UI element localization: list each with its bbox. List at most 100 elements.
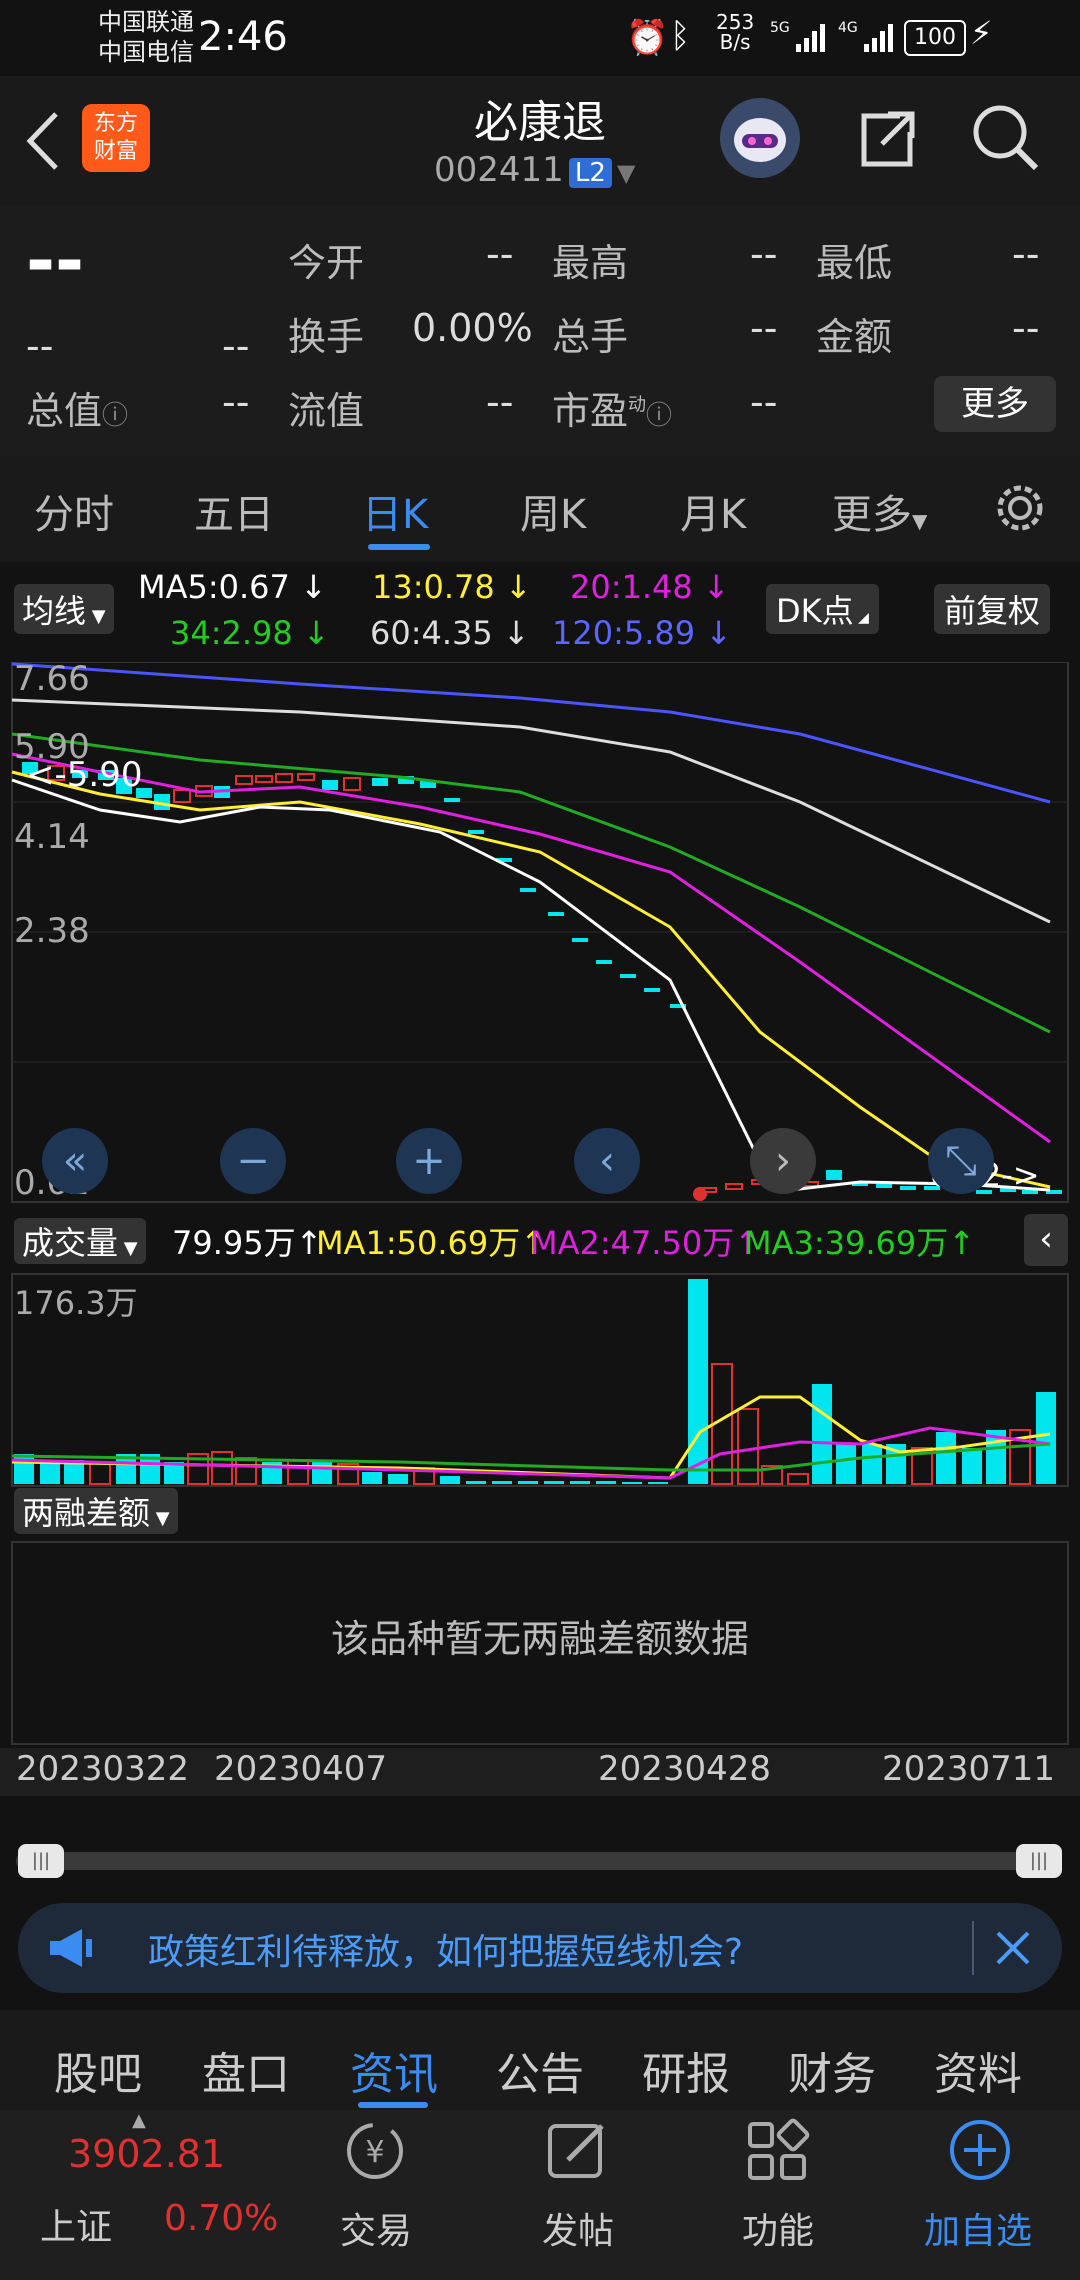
y-tick-4.14: 4.14 (14, 817, 90, 857)
ma20-text: 20:1.48 (570, 568, 693, 606)
tab-monthly-k[interactable]: 月K (680, 482, 746, 540)
jump-start-button[interactable]: « (42, 1128, 108, 1194)
volume-selector-label: 成交量 (22, 1224, 119, 1262)
trade-icon[interactable]: ¥ (338, 2114, 412, 2192)
banner-divider (972, 1921, 974, 1975)
tab-minute[interactable]: 分时 (34, 482, 114, 540)
volume-bar (211, 1451, 233, 1485)
candle (876, 1184, 892, 1188)
amount-value: -- (1012, 306, 1040, 350)
range-scrollbar[interactable] (16, 1852, 1062, 1870)
index-value[interactable]: 3902.81 (68, 2132, 225, 2176)
indicator-selector[interactable]: 均线 ▼ (14, 584, 114, 634)
adjust-button[interactable]: 前复权 (934, 584, 1051, 634)
zoom-in-button[interactable]: + (396, 1128, 462, 1194)
open-value: -- (486, 232, 514, 276)
zoom-out-button[interactable]: − (220, 1128, 286, 1194)
settings-gear-icon[interactable] (992, 480, 1048, 540)
low-value: -- (1012, 232, 1040, 276)
tab-order-book[interactable]: 盘口 (202, 2038, 290, 2102)
range-handle-right[interactable]: ||| (1016, 1844, 1062, 1878)
tab-more-label: 更多 (832, 492, 912, 538)
ma60-text: 60:4.35 (370, 614, 493, 652)
tab-forum[interactable]: 股吧 (54, 2038, 142, 2102)
period-tabs: 分时 五日 日K 周K 月K 更多▼ (0, 456, 1080, 562)
volume-selector[interactable]: 成交量 ▼ (14, 1218, 146, 1264)
volume-bar (362, 1472, 382, 1484)
tab-announcements[interactable]: 公告 (496, 2038, 584, 2102)
volume-bar (570, 1481, 590, 1484)
margin-selector-label: 两融差额 (22, 1494, 151, 1532)
volume-current: 79.95万↑ (172, 1224, 323, 1262)
ma34-value: 34:2.98 ↓ (170, 614, 330, 652)
level-badge: L2 (568, 158, 612, 188)
svg-text:5G: 5G (770, 20, 790, 36)
tab-news[interactable]: 资讯 (350, 2038, 438, 2102)
y-tick-2.38: 2.38 (14, 911, 90, 951)
market-cap-text: 总值 (26, 389, 103, 433)
ma20-value: 20:1.48 ↓ (570, 568, 730, 606)
stock-code-row[interactable]: 002411 L2 ▼ (434, 150, 635, 190)
share-icon[interactable] (852, 104, 922, 178)
range-handle-left[interactable]: ||| (18, 1844, 64, 1878)
volume-bar (688, 1279, 708, 1484)
tab-financials[interactable]: 财务 (788, 2038, 876, 2102)
indicator-selector-label: 均线 (22, 592, 87, 630)
search-icon[interactable] (970, 102, 1040, 176)
trade-label[interactable]: 交易 (340, 2202, 412, 2254)
scroll-left-button[interactable]: ‹ (574, 1128, 640, 1194)
candle (725, 1183, 743, 1190)
market-cap-label[interactable]: 总值ⓘ (26, 380, 128, 435)
candle (548, 912, 564, 916)
event-marker[interactable] (693, 1187, 707, 1201)
robot-avatar-icon[interactable] (720, 98, 800, 178)
info-tabs: 股吧 盘口 资讯 公告 研报 财务 资料 (0, 2010, 1080, 2120)
index-name[interactable]: 上证 (40, 2198, 112, 2250)
more-button[interactable]: 更多 (934, 376, 1056, 432)
function-grid-icon[interactable] (742, 2116, 812, 2190)
network-speed: 253 B/s (716, 12, 754, 52)
ma20-line (11, 752, 1051, 1144)
volume-panel: 176.3万 (11, 1273, 1069, 1487)
candle (255, 775, 273, 783)
volume-bar (89, 1461, 111, 1485)
volume-bar (492, 1481, 512, 1484)
add-watch-label[interactable]: 加自选 (924, 2202, 1032, 2254)
x-tick-3: 20230428 (598, 1749, 771, 1789)
tab-more[interactable]: 更多▼ (832, 482, 927, 540)
megaphone-icon (46, 1925, 96, 1975)
tab-five-day[interactable]: 五日 (194, 482, 274, 540)
post-label[interactable]: 发帖 (542, 2202, 614, 2254)
bottom-nav: ▲ 3902.81 上证 0.70% ¥ 交易 发帖 功能 加自选 (0, 2110, 1080, 2280)
candle (343, 777, 361, 791)
add-watch-icon[interactable] (944, 2114, 1016, 2190)
margin-selector[interactable]: 两融差额 ▼ (14, 1488, 178, 1534)
price-panel: 7.66 5.90 4.14 2.38 0.62 <-5.90 0.62-> (11, 662, 1069, 1203)
fullscreen-button[interactable]: ⤡ (928, 1128, 994, 1194)
candle (235, 775, 253, 785)
tab-daily-k[interactable]: 日K (362, 482, 428, 540)
function-label[interactable]: 功能 (742, 2202, 814, 2254)
margin-empty-text: 该品种暂无两融差额数据 (331, 1617, 749, 1661)
candle (572, 938, 588, 942)
volume-bar (836, 1444, 856, 1484)
tab-profile[interactable]: 资料 (934, 2038, 1022, 2102)
dk-point-button[interactable]: DK点 ◢ (766, 584, 879, 634)
volume-bar (235, 1457, 257, 1485)
volume-bar (737, 1408, 759, 1485)
pe-label[interactable]: 市盈动ⓘ (552, 380, 672, 435)
ma120-line (11, 662, 1051, 804)
collapse-arrow-icon[interactable]: ‹ (1024, 1214, 1068, 1266)
volume-bar (518, 1481, 538, 1484)
scroll-right-button[interactable]: › (750, 1128, 816, 1194)
volume-max-label: 176.3万 (14, 1284, 138, 1322)
tab-research[interactable]: 研报 (642, 2038, 730, 2102)
total-volume-label: 总手 (552, 315, 629, 359)
low-label: 最低 (816, 241, 893, 285)
ma120-value: 120:5.89 ↓ (552, 614, 733, 652)
volume-bar (787, 1473, 809, 1485)
news-banner[interactable]: 政策红利待释放，如何把握短线机会? (18, 1903, 1062, 1993)
tab-weekly-k[interactable]: 周K (520, 482, 586, 540)
close-icon[interactable] (990, 1925, 1036, 1975)
post-edit-icon[interactable] (542, 2116, 612, 2190)
